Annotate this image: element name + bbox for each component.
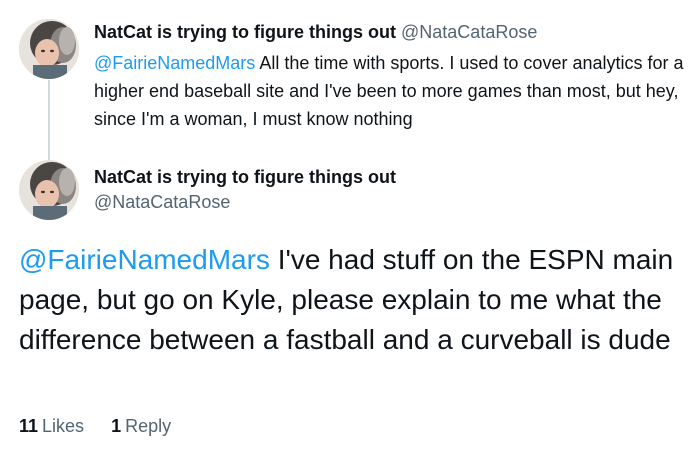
avatar[interactable] [19,160,79,220]
parent-tweet-text: @FairieNamedMars All the time with sport… [94,49,689,133]
likes-stat[interactable]: 11 Likes [19,414,84,438]
profile-photo-icon [19,160,79,220]
avatar[interactable] [19,19,79,79]
parent-tweet[interactable]: NatCat is trying to figure things out @N… [94,18,689,133]
display-name[interactable]: NatCat is trying to figure things out [94,164,396,190]
main-tweet-header: NatCat is trying to figure things out @N… [94,164,396,214]
replies-label: Reply [125,416,172,436]
replies-stat[interactable]: 1 Reply [111,414,171,438]
parent-tweet-header: NatCat is trying to figure things out @N… [94,18,689,46]
likes-label: Likes [42,416,85,436]
mention-link[interactable]: @FairieNamedMars [94,53,255,73]
mention-link[interactable]: @FairieNamedMars [19,244,270,275]
user-handle[interactable]: @NataCataRose [94,190,396,214]
replies-count: 1 [111,416,122,436]
main-tweet-text: @FairieNamedMars I've had stuff on the E… [19,240,689,360]
thread-connector-line [48,80,50,160]
tweet-stats: 11 Likes 1 Reply [19,414,193,438]
display-name[interactable]: NatCat is trying to figure things out [94,22,396,42]
profile-photo-icon [19,19,79,79]
likes-count: 11 [19,416,39,436]
user-handle[interactable]: @NataCataRose [401,22,537,42]
